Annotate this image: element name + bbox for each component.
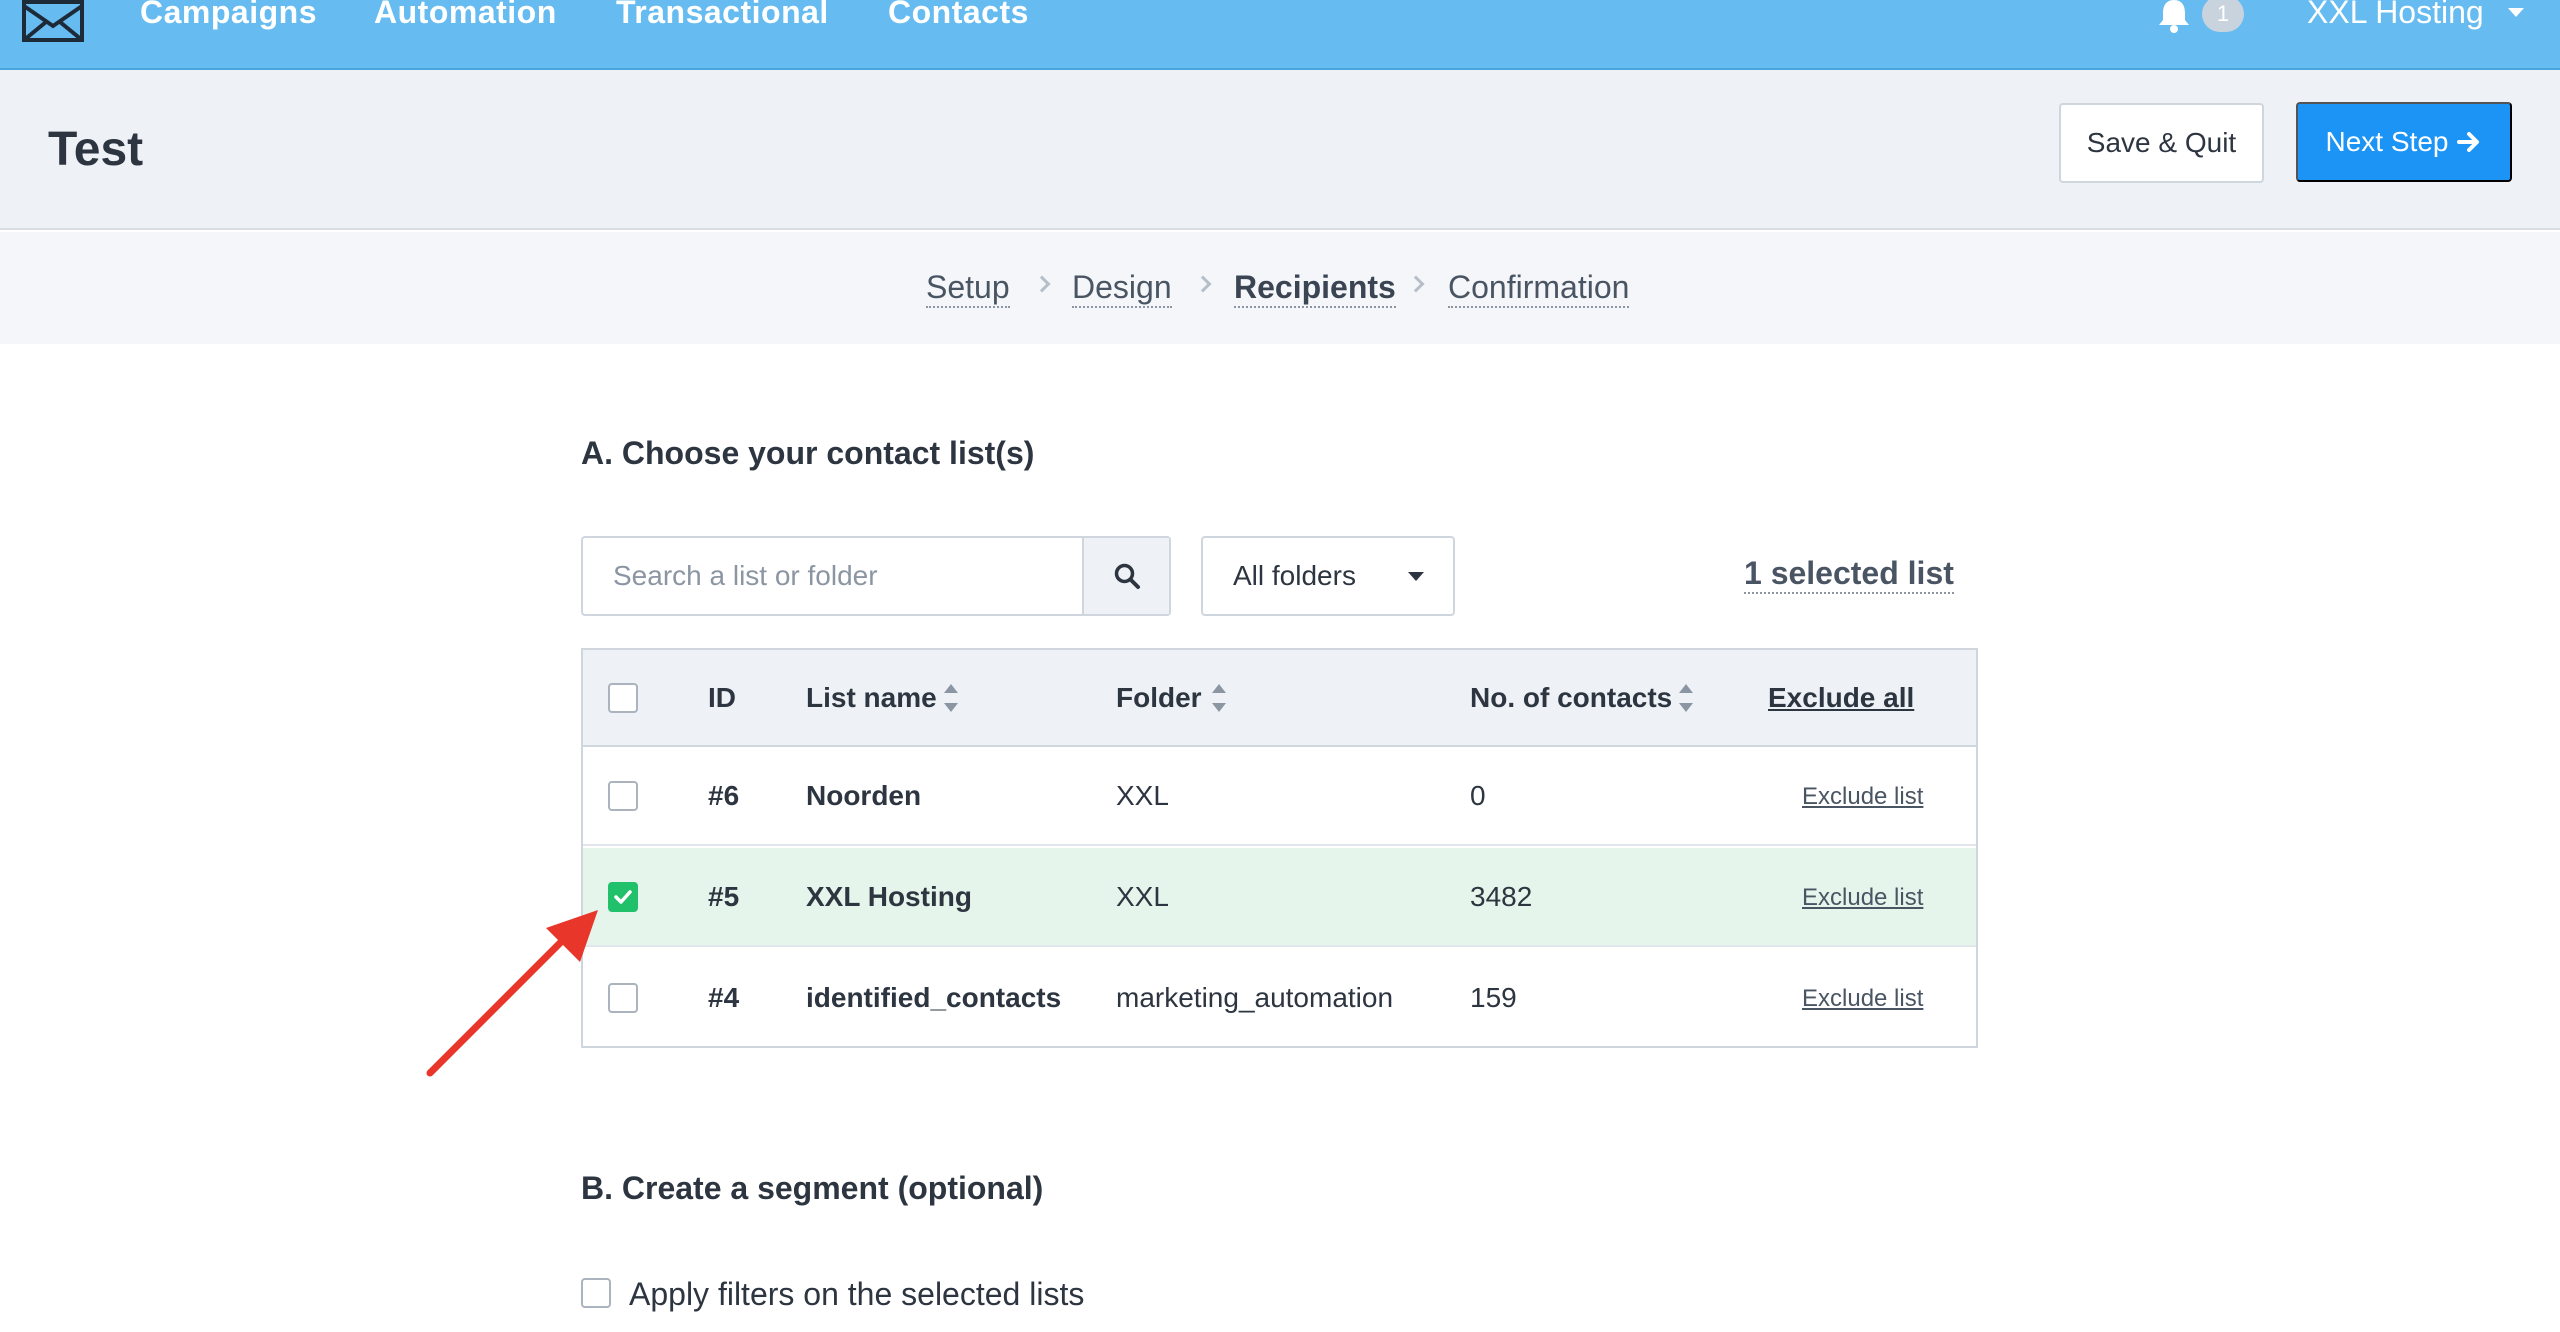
nav-transactional[interactable]: Transactional (616, 0, 829, 31)
step-recipients[interactable]: Recipients (1234, 268, 1396, 308)
apply-filters-checkbox[interactable] (581, 1278, 611, 1308)
row-folder: XXL (1116, 780, 1169, 811)
step-design[interactable]: Design (1072, 268, 1172, 308)
selected-lists-count[interactable]: 1 selected list (1744, 554, 1954, 594)
table-row[interactable]: #6 Noorden XXL 0 Exclude list (583, 747, 1976, 846)
chevron-right-icon (1407, 275, 1425, 293)
logo-envelope-icon[interactable] (20, 0, 86, 42)
next-step-label: Next Step (2325, 126, 2449, 157)
row-checkbox[interactable] (608, 781, 638, 811)
row-list-name: Noorden (806, 780, 922, 811)
bell-icon[interactable] (2154, 0, 2194, 34)
row-contacts: 0 (1470, 780, 1486, 811)
sort-icon[interactable] (943, 682, 959, 714)
nav-automation[interactable]: Automation (374, 0, 557, 31)
table-row[interactable]: #5 XXL Hosting XXL 3482 Exclude list (583, 848, 1976, 947)
section-a-title: A. Choose your contact list(s) (581, 435, 1035, 471)
header-list-name[interactable]: List name (806, 682, 937, 714)
exclude-list-link[interactable]: Exclude list (1802, 783, 1923, 811)
chevron-right-icon (1033, 275, 1051, 293)
page-title: Test (48, 123, 144, 176)
annotation-arrow-icon (426, 910, 598, 1077)
arrow-right-icon (2457, 132, 2480, 152)
contact-lists-table: ID List name Folder No. of contacts Excl… (581, 648, 1978, 1048)
step-confirmation[interactable]: Confirmation (1448, 268, 1630, 308)
campaign-header: Test Save & Quit Next Step (0, 70, 2560, 230)
notification-badge[interactable]: 1 (2202, 0, 2244, 32)
top-nav: Campaigns Automation Transactional Conta… (0, 0, 2560, 70)
sort-icon[interactable] (1211, 682, 1227, 714)
next-step-button[interactable]: Next Step (2296, 102, 2512, 182)
apply-filters-label[interactable]: Apply filters on the selected lists (629, 1276, 1084, 1313)
row-id: #4 (708, 982, 740, 1013)
step-setup[interactable]: Setup (926, 268, 1010, 308)
row-id: #5 (708, 881, 740, 912)
save-quit-button[interactable]: Save & Quit (2059, 103, 2264, 183)
table-row[interactable]: #4 identified_contacts marketing_automat… (583, 949, 1976, 1048)
row-contacts: 3482 (1470, 881, 1533, 912)
header-id: ID (708, 682, 736, 713)
nav-contacts[interactable]: Contacts (888, 0, 1029, 31)
header-folder[interactable]: Folder (1116, 682, 1202, 714)
row-folder: XXL (1116, 881, 1169, 912)
search-field (581, 536, 1171, 616)
row-contacts: 159 (1470, 982, 1517, 1013)
search-icon (1114, 563, 1140, 589)
breadcrumb: Setup Design Recipients Confirmation (0, 232, 2560, 344)
table-header: ID List name Folder No. of contacts Excl… (583, 650, 1976, 747)
row-id: #6 (708, 780, 740, 811)
chevron-right-icon (1194, 275, 1212, 293)
folder-select-value: All folders (1233, 560, 1356, 591)
exclude-list-link[interactable]: Exclude list (1802, 985, 1923, 1013)
sort-icon[interactable] (1678, 682, 1694, 714)
exclude-list-link[interactable]: Exclude list (1802, 884, 1923, 912)
section-b-title: B. Create a segment (optional) (581, 1170, 1044, 1206)
chevron-down-icon[interactable] (2508, 8, 2524, 17)
row-list-name: XXL Hosting (806, 881, 972, 912)
nav-campaigns[interactable]: Campaigns (140, 0, 317, 31)
account-menu[interactable]: XXL Hosting (2307, 0, 2484, 31)
row-list-name: identified_contacts (806, 982, 1062, 1013)
exclude-all-link[interactable]: Exclude all (1768, 682, 1914, 714)
row-folder: marketing_automation (1116, 982, 1394, 1013)
folder-select[interactable]: All folders (1201, 536, 1455, 616)
select-all-checkbox[interactable] (608, 683, 638, 713)
search-button[interactable] (1082, 538, 1169, 614)
caret-down-icon (1408, 572, 1424, 581)
header-contacts[interactable]: No. of contacts (1470, 682, 1672, 714)
search-input[interactable] (583, 538, 1083, 614)
